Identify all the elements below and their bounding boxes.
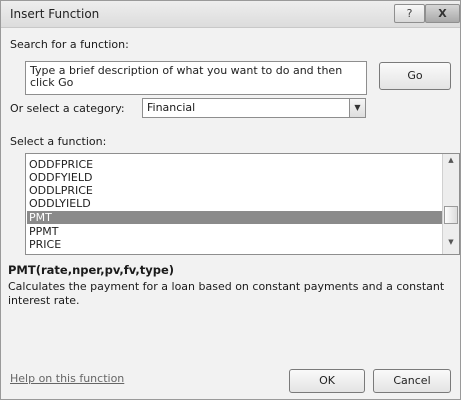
go-button[interactable]: Go [379,62,451,90]
list-item-selected[interactable]: PMT [27,211,443,224]
search-input[interactable]: Type a brief description of what you wan… [25,61,367,95]
search-label: Search for a function: [10,38,129,51]
function-list-label: Select a function: [10,135,107,148]
function-list[interactable]: ODDFPRICE ODDFYIELD ODDLPRICE ODDLYIELD … [25,153,460,255]
dialog-title: Insert Function [10,7,100,21]
category-label: Or select a category: [10,102,125,115]
function-syntax: PMT(rate,nper,pv,fv,type) [8,263,175,277]
title-bar: Insert Function ? X [1,1,460,28]
list-item[interactable]: ODDLPRICE [27,184,443,197]
cancel-button[interactable]: Cancel [373,369,451,393]
close-button[interactable]: X [425,4,460,23]
chevron-down-icon[interactable]: ▼ [349,99,365,117]
list-item[interactable]: PPMT [27,225,443,238]
insert-function-dialog: Insert Function ? X Search for a functio… [0,0,461,400]
search-input-text: Type a brief description of what you wan… [30,64,343,89]
list-scrollbar[interactable]: ▲ ▼ [442,154,459,254]
scroll-down-arrow-icon[interactable]: ▼ [443,238,459,252]
list-item[interactable]: ODDFPRICE [27,158,443,171]
list-item[interactable]: PRICE [27,238,443,251]
function-description: Calculates the payment for a loan based … [8,280,445,307]
list-item[interactable]: ODDFYIELD [27,171,443,184]
scroll-up-arrow-icon[interactable]: ▲ [443,156,459,170]
help-on-function-link[interactable]: Help on this function [10,372,124,385]
list-item[interactable]: ODDLYIELD [27,197,443,210]
scroll-thumb[interactable] [444,206,458,224]
help-button[interactable]: ? [394,4,425,23]
category-select[interactable]: Financial ▼ [142,98,366,118]
ok-button[interactable]: OK [289,369,365,393]
category-selected-value: Financial [147,101,196,114]
